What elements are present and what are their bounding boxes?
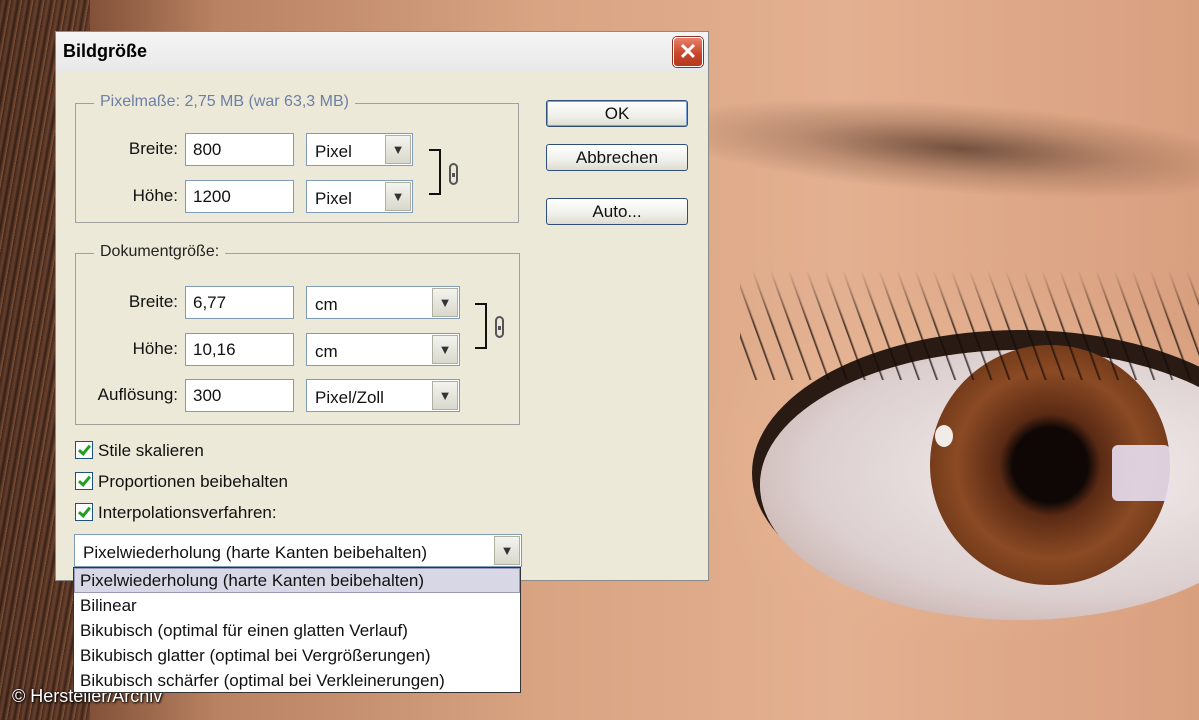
doc-height-unit-select[interactable]: cm ▼ bbox=[306, 333, 460, 366]
document-size-legend: Dokumentgröße: bbox=[94, 243, 226, 261]
chain-link-icon bbox=[495, 316, 504, 338]
interpolation-option[interactable]: Pixelwiederholung (harte Kanten beibehal… bbox=[74, 568, 520, 593]
interpolation-select[interactable]: Pixelwiederholung (harte Kanten beibehal… bbox=[74, 534, 522, 567]
constrain-proportions-label[interactable]: Proportionen beibehalten bbox=[98, 472, 288, 492]
chain-link-icon bbox=[449, 163, 458, 185]
interpolation-option[interactable]: Bikubisch glatter (optimal bei Vergrößer… bbox=[74, 643, 520, 668]
chevron-down-icon[interactable]: ▼ bbox=[385, 182, 411, 211]
doc-width-unit-value: cm bbox=[315, 295, 338, 314]
chevron-down-icon[interactable]: ▼ bbox=[432, 288, 458, 317]
pixel-width-input[interactable]: 800 bbox=[185, 133, 294, 166]
pixel-height-unit-select[interactable]: Pixel ▼ bbox=[306, 180, 413, 213]
doc-width-label: Breite: bbox=[128, 292, 178, 311]
doc-width-unit-select[interactable]: cm ▼ bbox=[306, 286, 460, 319]
doc-height-label: Höhe: bbox=[132, 339, 178, 358]
constrain-proportions-checkbox[interactable] bbox=[75, 472, 93, 490]
pixel-dimensions-legend: Pixelmaße: 2,75 MB (war 63,3 MB) bbox=[94, 93, 355, 111]
chevron-down-icon[interactable]: ▼ bbox=[432, 335, 458, 364]
interpolation-dropdown-list: Pixelwiederholung (harte Kanten beibehal… bbox=[73, 567, 521, 693]
scale-styles-label[interactable]: Stile skalieren bbox=[98, 441, 204, 461]
pixel-constrain-bracket bbox=[429, 149, 441, 195]
pixel-height-input[interactable]: 1200 bbox=[185, 180, 294, 213]
doc-height-unit-value: cm bbox=[315, 342, 338, 361]
resolution-unit-value: Pixel/Zoll bbox=[315, 388, 384, 407]
doc-constrain-bracket bbox=[475, 303, 487, 349]
resample-checkbox[interactable] bbox=[75, 503, 93, 521]
resample-label[interactable]: Interpolationsverfahren: bbox=[98, 503, 277, 523]
doc-height-input[interactable]: 10,16 bbox=[185, 333, 294, 366]
close-button[interactable]: ✕ bbox=[673, 37, 703, 67]
resolution-unit-select[interactable]: Pixel/Zoll ▼ bbox=[306, 379, 460, 412]
resolution-input[interactable]: 300 bbox=[185, 379, 294, 412]
doc-width-input[interactable]: 6,77 bbox=[185, 286, 294, 319]
image-size-dialog: Bildgröße ✕ Pixelmaße: 2,75 MB (war 63,3… bbox=[55, 31, 709, 581]
pixel-height-label: Höhe: bbox=[132, 186, 178, 205]
pixel-height-unit-value: Pixel bbox=[315, 189, 352, 208]
close-icon: ✕ bbox=[678, 39, 698, 64]
resolution-label: Auflösung: bbox=[97, 385, 178, 404]
ok-button[interactable]: OK bbox=[546, 100, 688, 127]
scale-styles-checkbox[interactable] bbox=[75, 441, 93, 459]
interpolation-option[interactable]: Bikubisch schärfer (optimal bei Verklein… bbox=[74, 668, 520, 693]
pixel-width-unit-select[interactable]: Pixel ▼ bbox=[306, 133, 413, 166]
interpolation-selected-value: Pixelwiederholung (harte Kanten beibehal… bbox=[83, 543, 428, 562]
interpolation-option[interactable]: Bilinear bbox=[74, 593, 520, 618]
title-bar[interactable]: Bildgröße ✕ bbox=[56, 32, 708, 72]
cancel-button[interactable]: Abbrechen bbox=[546, 144, 688, 171]
dialog-title: Bildgröße bbox=[63, 41, 147, 61]
pixel-width-label: Breite: bbox=[128, 139, 178, 158]
chevron-down-icon[interactable]: ▼ bbox=[432, 381, 458, 410]
interpolation-option[interactable]: Bikubisch (optimal für einen glatten Ver… bbox=[74, 618, 520, 643]
chevron-down-icon[interactable]: ▼ bbox=[385, 135, 411, 164]
auto-button[interactable]: Auto... bbox=[546, 198, 688, 225]
chevron-down-icon[interactable]: ▼ bbox=[494, 536, 520, 565]
pixel-width-unit-value: Pixel bbox=[315, 142, 352, 161]
